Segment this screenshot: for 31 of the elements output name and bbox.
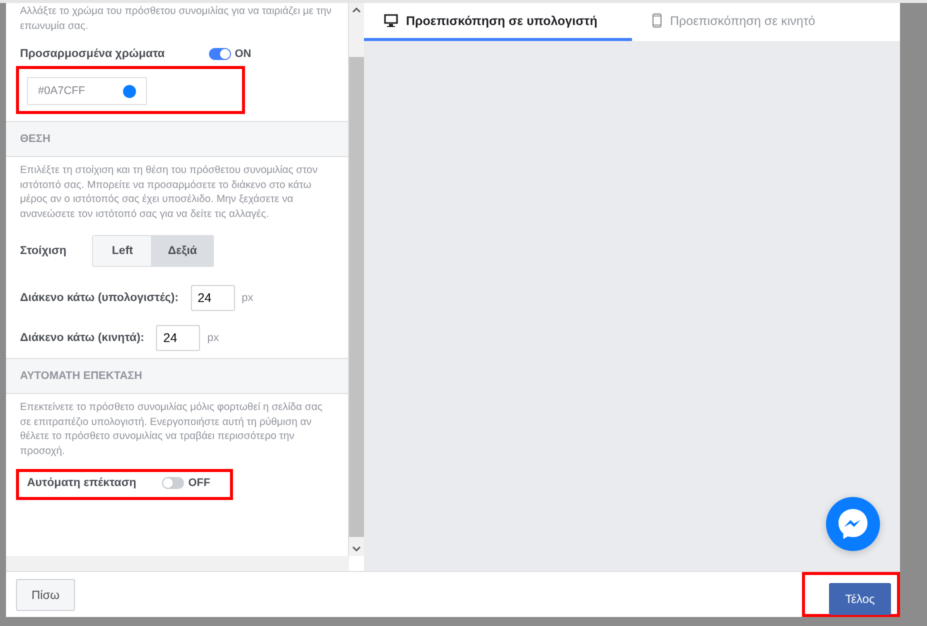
toggle-state: OFF <box>188 477 210 489</box>
scroll-up-icon[interactable] <box>352 7 361 13</box>
color-field[interactable]: #0A7CFF <box>27 77 147 105</box>
scroll-down-icon[interactable] <box>352 546 361 552</box>
toggle-state: ON <box>234 48 252 60</box>
field-label: Προσαρμοσμένα χρώματα <box>20 48 165 60</box>
description: Επιλέξτε τη στοίχιση και τη θέση του πρόσθετου συνομιλίας στον ιστότοπό σας. Μπορείτε να προσαρμόσετε το διάκενο στο κάτω μέρος αν ο ιστότοπός σας έχει υποσέλιδο. Μην ξεχάσετε να ανανεώσετε τον ιστότοπό σας για να δείτε τις αλλαγές. <box>20 164 319 222</box>
field-label: Στοίχιση <box>20 245 66 257</box>
description: Επεκτείνετε το πρόσθετο συνομιλίας μόλις φορτωθεί η σελίδα σας σε επιτραπέζιο υπολογιστή. Ενεργοποιήστε αυτή τη ρύθμιση αν θέλετε το πρόσθετο συνομιλίας να τραβάει περισσότερο την προσοχή. <box>20 401 324 458</box>
section-heading: ΘΕΣΗ <box>6 121 348 157</box>
alignment-option[interactable]: Left <box>93 236 152 266</box>
input-field[interactable]: 24 <box>190 285 235 311</box>
vertical-scrollbar[interactable] <box>349 3 364 556</box>
description: Αλλάξτε το χρώμα του πρόσθετου συνομιλίας για να ταιριάζει με την επωνυμία σας. <box>20 5 332 34</box>
field-label: Αυτόματη επέκταση <box>27 477 136 489</box>
phone-icon <box>652 13 662 28</box>
color-swatch[interactable] <box>123 84 136 98</box>
unit-label: px <box>242 292 254 304</box>
input-field[interactable]: 24 <box>156 325 200 351</box>
messenger-icon <box>836 507 870 541</box>
desktop-icon <box>384 14 398 27</box>
messenger-chat-button[interactable] <box>826 497 880 551</box>
section-heading: ΑΥΤΟΜΑΤΗ ΕΠΕΚΤΑΣΗ <box>6 358 348 394</box>
field-label: Διάκενο κάτω (υπολογιστές): <box>20 292 179 304</box>
toggle-switch[interactable] <box>208 48 231 60</box>
unit-label: px <box>207 332 219 344</box>
back-button[interactable]: Πίσω <box>16 578 75 610</box>
done-button[interactable]: Τέλος <box>829 583 891 615</box>
field-label: Διάκενο κάτω (κινητά): <box>20 332 144 344</box>
toggle-switch[interactable] <box>162 477 184 489</box>
alignment-option[interactable]: Δεξιά <box>151 236 214 266</box>
